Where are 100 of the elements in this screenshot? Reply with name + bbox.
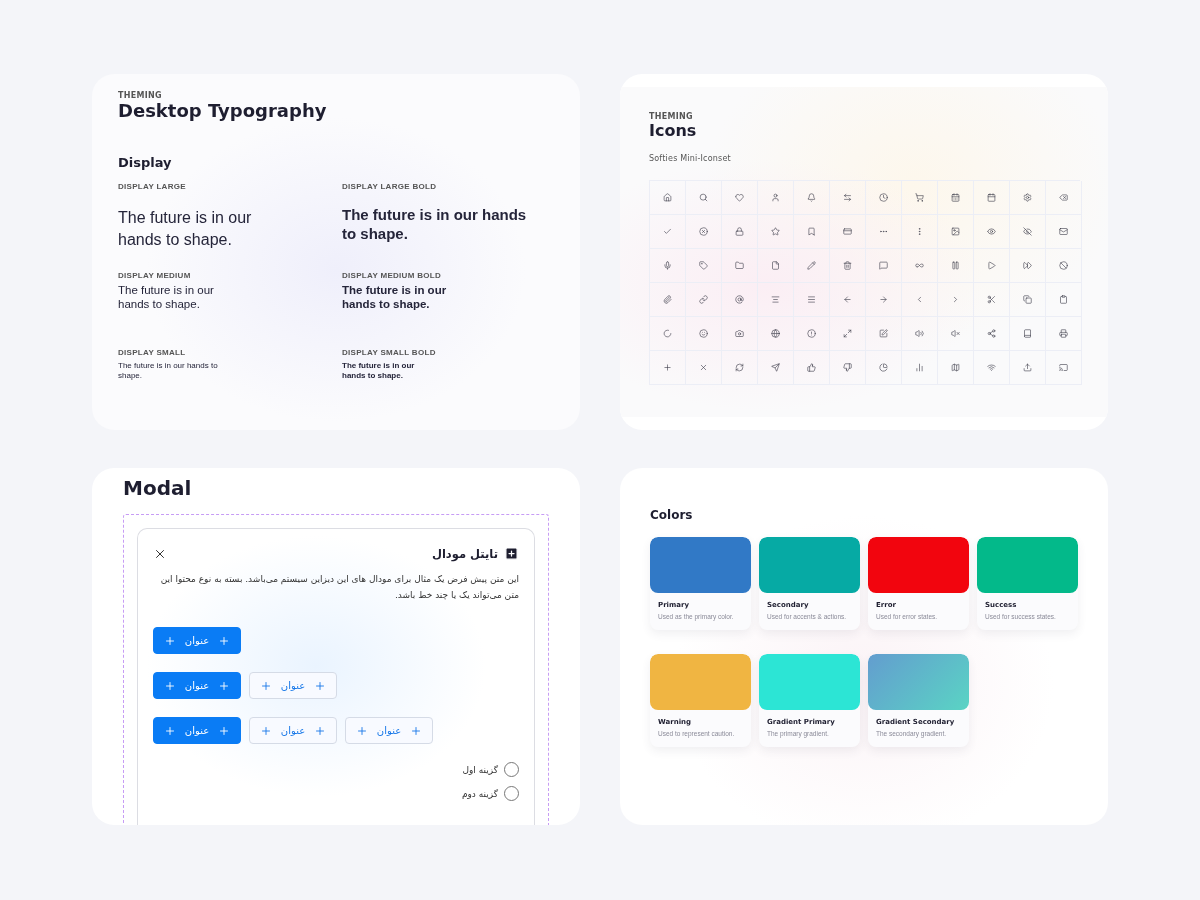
- outline-button[interactable]: عنوان: [345, 717, 433, 744]
- search-icon: [699, 193, 708, 202]
- overline-label: THEMING: [118, 91, 163, 100]
- cart-icon: [915, 193, 924, 202]
- mail-icon: [1059, 227, 1068, 236]
- cast-icon: [1059, 363, 1068, 372]
- style-label: DISPLAY MEDIUM: [118, 271, 192, 280]
- pause-icon: [951, 261, 960, 270]
- dialog-title: تایتل مودال: [431, 546, 498, 561]
- send-icon: [771, 363, 780, 372]
- share-icon: [987, 329, 996, 338]
- heart-icon: [735, 193, 744, 202]
- plus-icon: [259, 724, 272, 737]
- swap-arrows-icon: [843, 193, 852, 202]
- dialog-body: این متن پیش فرض یک مثال برای مودال های این دیزاین سیستم می‌باشد. بسته به نوع محتوا این متن می‌تواند یک یا چند خط باشد.: [159, 573, 519, 602]
- align-icon: [771, 295, 780, 304]
- camera-icon: [735, 329, 744, 338]
- plus-icon: [259, 679, 272, 692]
- plus-icon: [218, 634, 231, 647]
- check-icon: [663, 227, 672, 236]
- chat-icon: [879, 261, 888, 270]
- dots-icon: [879, 227, 888, 236]
- outline-button[interactable]: عنوان: [249, 672, 337, 699]
- card-title: Desktop Typography: [118, 100, 328, 121]
- section-title: Display: [118, 155, 173, 170]
- chevron-right-icon: [951, 295, 960, 304]
- tag-icon: [699, 261, 708, 270]
- primary-button[interactable]: عنوان: [153, 717, 241, 744]
- sample-text: The future is in our hands to shape.: [118, 361, 218, 381]
- primary-button[interactable]: عنوان: [153, 627, 241, 654]
- thumbs-down-icon: [843, 363, 852, 372]
- arrow-left-icon: [843, 295, 852, 304]
- eye-icon: [987, 227, 996, 236]
- backspace-icon: [1059, 193, 1068, 202]
- user-icon: [771, 193, 780, 202]
- file-icon: [771, 261, 780, 270]
- clock-icon: [879, 193, 888, 202]
- plus-icon: [355, 724, 368, 737]
- card-title: Icons: [649, 121, 698, 140]
- book-icon: [1023, 329, 1032, 338]
- sample-text: The future is in our hands to shape.: [118, 283, 215, 311]
- loader-icon: [663, 329, 672, 338]
- folder-icon: [735, 261, 744, 270]
- style-label: DISPLAY MEDIUM BOLD: [342, 271, 443, 280]
- clipboard-icon: [1059, 295, 1068, 304]
- smile-icon: [699, 329, 708, 338]
- image-icon: [951, 227, 960, 236]
- outline-button[interactable]: عنوان: [249, 717, 337, 744]
- sample-text: The future is in our hands to shape.: [118, 208, 253, 250]
- pie-chart-icon: [879, 363, 888, 372]
- link-icon: [699, 295, 708, 304]
- copy-icon: [1023, 295, 1032, 304]
- alert-icon: [807, 329, 816, 338]
- sample-text: The future is in our hands to shape.: [342, 205, 527, 243]
- plus-icon: [410, 724, 423, 737]
- infinity-icon: [915, 261, 924, 270]
- trash-icon: [843, 261, 852, 270]
- style-label: DISPLAY LARGE BOLD: [342, 182, 438, 191]
- edit-icon: [879, 329, 888, 338]
- plus-icon: [663, 363, 672, 372]
- lock-icon: [735, 227, 744, 236]
- plus-icon: [163, 634, 176, 647]
- style-label: DISPLAY SMALL BOLD: [342, 348, 437, 357]
- star-icon: [771, 227, 780, 236]
- arrow-right-icon: [879, 295, 888, 304]
- sample-text: The future is in our hands to shape.: [342, 361, 416, 381]
- card-title: Colors: [650, 508, 694, 522]
- refresh-icon: [735, 363, 744, 372]
- wifi-icon: [987, 363, 996, 372]
- volume-icon: [915, 329, 924, 338]
- plus-icon: [163, 679, 176, 692]
- style-label: DISPLAY SMALL: [118, 348, 187, 357]
- card-icon: [843, 227, 852, 236]
- settings-icon: [1023, 193, 1032, 202]
- option-label: گزینه دوم: [461, 788, 498, 799]
- bell-icon: [807, 193, 816, 202]
- scissors-icon: [987, 295, 996, 304]
- ban-icon: [1059, 261, 1068, 270]
- vertical-dots-icon: [915, 227, 924, 236]
- plus-square-icon: [504, 546, 519, 561]
- calendar-icon: [951, 193, 960, 202]
- bookmark-icon: [807, 227, 816, 236]
- bar-chart-icon: [915, 363, 924, 372]
- mute-icon: [951, 329, 960, 338]
- eye-off-icon: [1023, 227, 1032, 236]
- fast-forward-icon: [1023, 261, 1032, 270]
- menu-icon: [807, 295, 816, 304]
- thumbs-up-icon: [807, 363, 816, 372]
- plus-icon: [218, 724, 231, 737]
- play-icon: [987, 261, 996, 270]
- at-sign-icon: [735, 295, 744, 304]
- style-label: DISPLAY LARGE: [118, 182, 187, 191]
- overline-label: THEMING: [649, 112, 694, 121]
- plus-icon: [218, 679, 231, 692]
- card-title: Modal: [123, 476, 193, 500]
- map-icon: [951, 363, 960, 372]
- primary-button[interactable]: عنوان: [153, 672, 241, 699]
- chevron-left-icon: [915, 295, 924, 304]
- plus-icon: [314, 679, 327, 692]
- close-icon: [699, 363, 708, 372]
